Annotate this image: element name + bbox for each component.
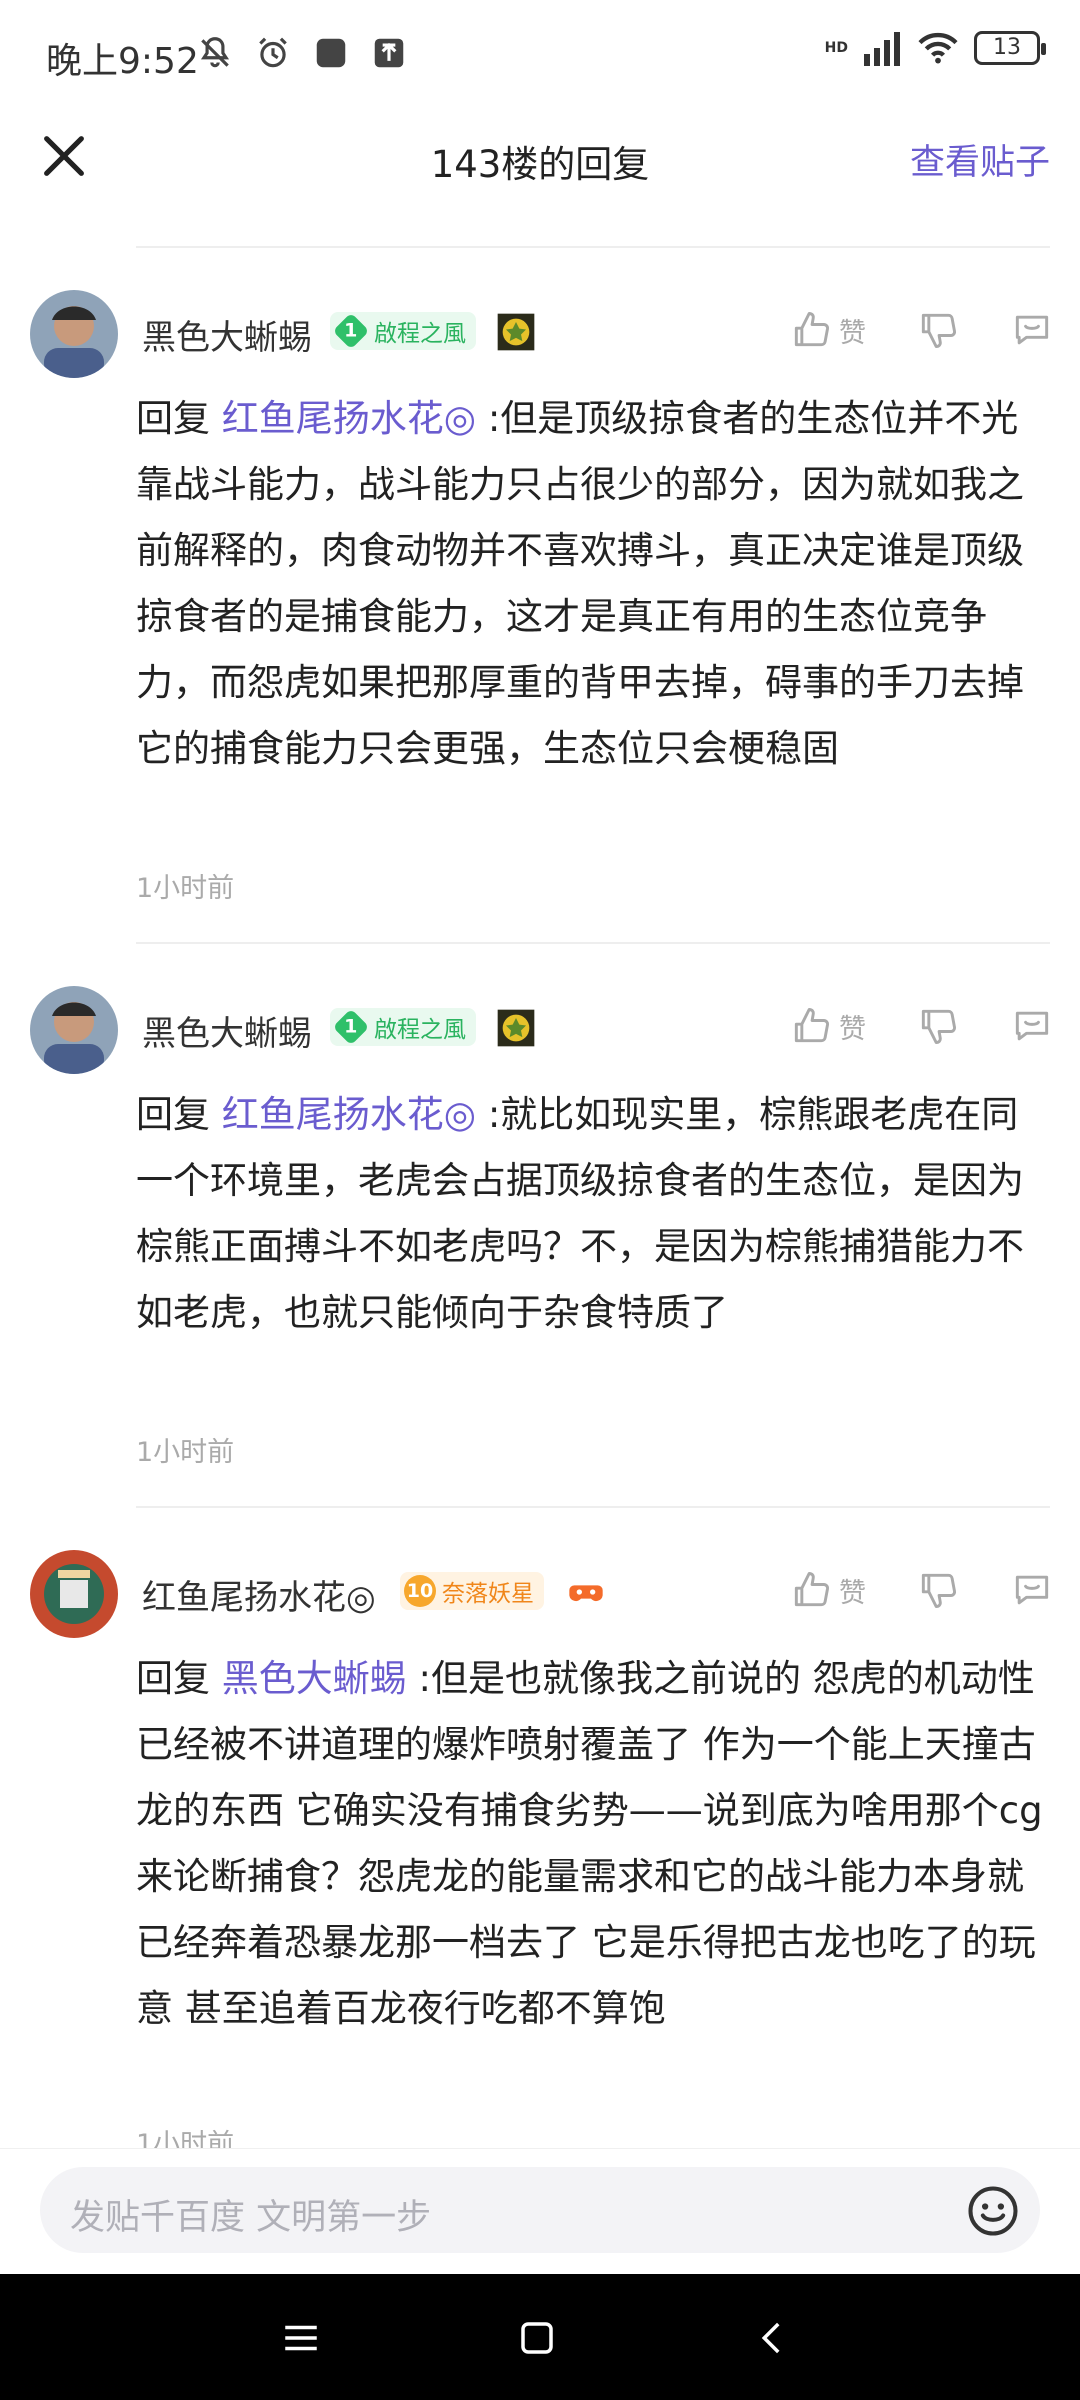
like-button[interactable]: 赞	[789, 1004, 866, 1048]
level-badge: 1 啟程之風	[330, 1008, 476, 1046]
status-bar: 晚上9:52 HD 13	[0, 0, 1080, 108]
signal-icon	[864, 32, 900, 66]
level-badge: 1 啟程之風	[330, 312, 476, 350]
reply-actions: 赞	[789, 308, 1054, 352]
comment-icon[interactable]	[1010, 1568, 1054, 1612]
avatar[interactable]	[30, 290, 118, 378]
reply-content: 回复 红鱼尾扬水花◎ :但是顶级掠食者的生态位并不光靠战斗能力，战斗能力只占很少…	[136, 397, 1024, 770]
reply-actions: 赞	[789, 1004, 1054, 1048]
thumbs-up-icon	[794, 1572, 829, 1607]
thumbs-down-icon[interactable]	[916, 1004, 960, 1048]
medal-icon	[497, 1009, 535, 1047]
username[interactable]: 黑色大蜥蜴	[142, 1006, 312, 1055]
thumbs-up-icon	[794, 312, 829, 347]
thumbs-down-icon[interactable]	[916, 1568, 960, 1612]
upload-icon	[374, 38, 404, 68]
comment-icon[interactable]	[1010, 1004, 1054, 1048]
medal-icon	[497, 313, 535, 351]
mute-bell-icon	[200, 37, 230, 68]
mention-link[interactable]: 红鱼尾扬水花◎	[222, 397, 476, 440]
divider	[136, 942, 1050, 944]
status-icons-right: HD 13	[824, 30, 1046, 66]
thumbs-down-icon[interactable]	[916, 308, 960, 352]
home-icon[interactable]	[516, 2317, 558, 2359]
reply-content: 回复 黑色大蜥蜴 :但是也就像我之前说的 怨虎的机动性已经被不讲道理的爆炸喷射覆…	[136, 1657, 1043, 2030]
reply-input-bar: 发贴千百度 文明第一步	[0, 2148, 1080, 2274]
menu-icon[interactable]	[280, 2317, 322, 2359]
comment-icon[interactable]	[1010, 308, 1054, 352]
thumbs-up-icon	[794, 1008, 829, 1043]
battery-indicator: 13	[974, 31, 1046, 65]
wifi-icon	[918, 32, 958, 64]
reply-actions: 赞	[789, 1568, 1054, 1612]
reply-time: 1小时前	[136, 1437, 235, 1468]
nav-bar: 143楼的回复 查看贴子	[0, 108, 1080, 238]
like-button[interactable]: 赞	[789, 308, 866, 352]
gamepad-icon	[569, 1585, 603, 1602]
reply-content: 回复 红鱼尾扬水花◎ :就比如现实里，棕熊跟老虎在同一个环境里，老虎会占据顶级掠…	[136, 1093, 1024, 1334]
avatar[interactable]	[30, 986, 118, 1074]
alarm-icon	[259, 37, 287, 68]
reply-time: 1小时前	[136, 873, 235, 904]
view-post-link[interactable]: 查看贴子	[910, 134, 1050, 185]
system-navigation-bar	[0, 2274, 1080, 2400]
network-type: HD	[824, 40, 848, 56]
input-placeholder: 发贴千百度 文明第一步	[70, 2198, 432, 2238]
app-notification-icon	[316, 38, 346, 68]
username[interactable]: 黑色大蜥蜴	[142, 310, 312, 359]
mention-link[interactable]: 黑色大蜥蜴	[222, 1657, 407, 1700]
back-icon[interactable]	[752, 2317, 794, 2359]
divider	[136, 1506, 1050, 1508]
emoji-icon[interactable]	[966, 2184, 1020, 2238]
mention-link[interactable]: 红鱼尾扬水花◎	[222, 1093, 476, 1136]
reply-input[interactable]: 发贴千百度 文明第一步	[40, 2167, 1040, 2253]
avatar[interactable]	[30, 1550, 118, 1638]
username[interactable]: 红鱼尾扬水花◎	[142, 1570, 376, 1619]
status-icons-left	[196, 34, 408, 72]
like-button[interactable]: 赞	[789, 1568, 866, 1612]
divider	[136, 246, 1050, 248]
level-badge: 10 奈落妖星	[400, 1572, 544, 1610]
status-time: 晚上9:52	[46, 41, 199, 82]
